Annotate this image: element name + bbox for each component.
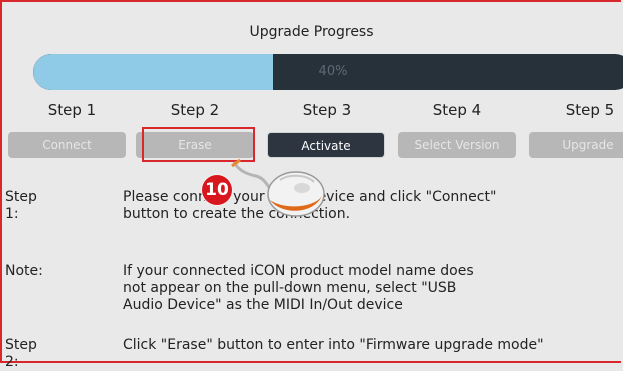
mouse-icon (231, 158, 325, 217)
instruction-line: Please connect your iCON device and clic… (123, 189, 497, 205)
instruction-line: Audio Device" as the MIDI In/Out device (123, 297, 403, 313)
instruction-body: If your connected iCON product model nam… (123, 263, 623, 314)
upgrade-button[interactable]: Upgrade (529, 132, 623, 158)
instruction-line: If your connected iCON product model nam… (123, 263, 474, 279)
step-2-label: Step 2 (170, 101, 220, 119)
instruction-body: Please connect your iCON device and clic… (123, 189, 623, 223)
callout-number-badge: 10 (202, 175, 232, 205)
step-5-label: Step 5 (565, 101, 615, 119)
instruction-line: Click "Erase" button to enter into "Firm… (123, 337, 544, 353)
instruction-label: Step 1: (5, 189, 37, 222)
step-4-label: Step 4 (432, 101, 482, 119)
progress-bar: 40% (33, 54, 623, 90)
instruction-line: button to create the connection. (123, 206, 351, 222)
step-3-label: Step 3 (302, 101, 352, 119)
window-title: Upgrade Progress (249, 24, 374, 40)
instruction-label: Note: (5, 263, 43, 279)
select-version-button[interactable]: Select Version (398, 132, 516, 158)
step-1-label: Step 1 (47, 101, 97, 119)
instruction-line: not appear on the pull-down menu, select… (123, 280, 457, 296)
instruction-body: Click "Erase" button to enter into "Firm… (123, 337, 623, 354)
connect-button[interactable]: Connect (8, 132, 126, 158)
instruction-label: Step 2: (5, 337, 37, 370)
progress-percent: 40% (318, 64, 348, 79)
